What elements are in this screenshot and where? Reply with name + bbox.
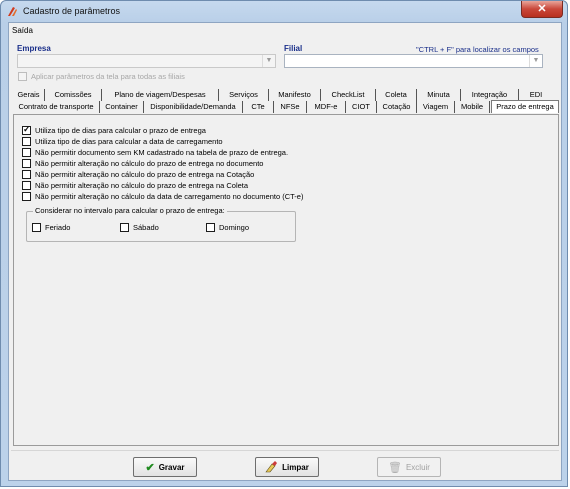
tab-coleta[interactable]: Coleta [376,89,417,101]
tab-mobile[interactable]: Mobile [455,101,490,113]
option-checkbox-3[interactable]: Não permitir alteração no cálculo do pra… [22,159,263,168]
checkbox-box[interactable] [22,148,31,157]
option-checkbox-6[interactable]: Não permitir alteração no cálculo da dat… [22,192,303,201]
sabado-label: Sábado [133,223,159,232]
feriado-label: Feriado [45,223,71,232]
tab-panel-prazo-entrega: Utiliza tipo de dias para calcular o pra… [13,114,559,446]
title-bar[interactable]: Cadastro de parâmetros ✕ [1,1,567,22]
option-label: Não permitir alteração no cálculo da dat… [35,192,304,201]
apply-all-label: Aplicar parâmetros da tela para todas as… [31,72,185,81]
sabado-checkbox[interactable]: Sábado [120,223,159,232]
checkbox-box[interactable] [22,159,31,168]
tab-nfse[interactable]: NFSe [274,101,307,113]
checkbox-box[interactable] [32,223,41,232]
checkbox-box[interactable] [120,223,129,232]
apply-all-checkbox[interactable]: Aplicar parâmetros da tela para todas as… [18,72,185,81]
tab-minuta[interactable]: Minuta [417,89,461,101]
eraser-icon [265,461,278,473]
checkbox-box[interactable] [22,137,31,146]
tab-manifesto[interactable]: Manifesto [269,89,321,101]
tab-row-2: Contrato de transporte Container Disponi… [9,100,561,113]
trash-icon: 🗑 [388,461,402,474]
tab-contrato-transporte[interactable]: Contrato de transporte [13,101,100,113]
tab-gerais[interactable]: Gerais [13,89,45,101]
tab-cte[interactable]: CTe [243,101,274,113]
tab-comissoes[interactable]: Comissões [45,89,102,101]
option-checkbox-2[interactable]: Não permitir documento sem KM cadastrado… [22,148,288,157]
checkbox-box[interactable] [22,170,31,179]
tab-prazo-entrega[interactable]: Prazo de entrega [491,100,559,113]
checkbox-box[interactable] [206,223,215,232]
clear-button[interactable]: Limpar [255,457,319,477]
tab-mdfe[interactable]: MDF-e [307,101,346,113]
option-label: Utiliza tipo de dias para calcular o pra… [35,126,206,135]
client-area: Saída Empresa ▼ Filial "CTRL + F" para l… [8,22,562,481]
checkbox-box[interactable] [18,72,27,81]
close-button[interactable]: ✕ [521,1,563,18]
option-label: Não permitir alteração no cálculo do pra… [35,181,249,190]
tab-cotacao[interactable]: Cotação [377,101,417,113]
interval-groupbox: Considerar no intervalo para calcular o … [26,206,296,242]
feriado-checkbox[interactable]: Feriado [32,223,70,232]
interval-legend: Considerar no intervalo para calcular o … [33,206,227,215]
option-checkbox-0[interactable]: Utiliza tipo de dias para calcular o pra… [22,124,206,135]
delete-button[interactable]: 🗑 Excluir [377,457,441,477]
button-bar: ✔ Gravar Limpar 🗑 Excluir [11,450,559,478]
tab-row-1: Gerais Comissões Plano de viagem/Despesa… [9,89,561,101]
filial-select[interactable]: ▼ [284,54,543,68]
window: Cadastro de parâmetros ✕ Saída Empresa ▼… [0,0,568,487]
delete-button-label: Excluir [405,462,430,472]
shortcut-hint: "CTRL + F" para localizar os campos [416,45,539,54]
menu-item-saida[interactable]: Saída [12,26,33,35]
chevron-down-icon[interactable]: ▼ [262,55,275,67]
option-label: Não permitir alteração no cálculo do pra… [35,170,255,179]
tab-plano-viagem[interactable]: Plano de viagem/Despesas [102,89,219,101]
empresa-select[interactable]: ▼ [17,54,276,68]
checkmark-icon: ✔ [145,461,155,474]
option-checkbox-1[interactable]: Utiliza tipo de dias para calcular a dat… [22,137,223,146]
option-label: Não permitir alteração no cálculo do pra… [35,159,264,168]
filial-label: Filial [284,44,303,53]
tab-servicos[interactable]: Serviços [219,89,269,101]
app-logo-icon [8,7,17,16]
menu-bar: Saída [9,23,561,38]
option-checkbox-4[interactable]: Não permitir alteração no cálculo do pra… [22,170,254,179]
chevron-down-icon[interactable]: ▼ [529,55,542,67]
option-checkbox-5[interactable]: Não permitir alteração no cálculo do pra… [22,181,248,190]
save-button-label: Gravar [158,462,185,472]
domingo-checkbox[interactable]: Domingo [206,223,249,232]
checkbox-box[interactable] [22,181,31,190]
checkbox-box[interactable] [22,124,31,135]
checkbox-box[interactable] [22,192,31,201]
tab-viagem[interactable]: Viagem [417,101,455,113]
domingo-label: Domingo [219,223,250,232]
option-label: Utiliza tipo de dias para calcular a dat… [35,137,223,146]
clear-button-label: Limpar [282,462,309,472]
window-title: Cadastro de parâmetros [23,6,121,16]
option-label: Não permitir documento sem KM cadastrado… [35,148,289,157]
tab-ciot[interactable]: CIOT [346,101,377,113]
tab-container[interactable]: Container [100,101,144,113]
tab-checklist[interactable]: CheckList [321,89,376,101]
empresa-label: Empresa [17,44,51,53]
save-button[interactable]: ✔ Gravar [133,457,197,477]
tab-disponibilidade[interactable]: Disponibilidade/Demanda [144,101,243,113]
